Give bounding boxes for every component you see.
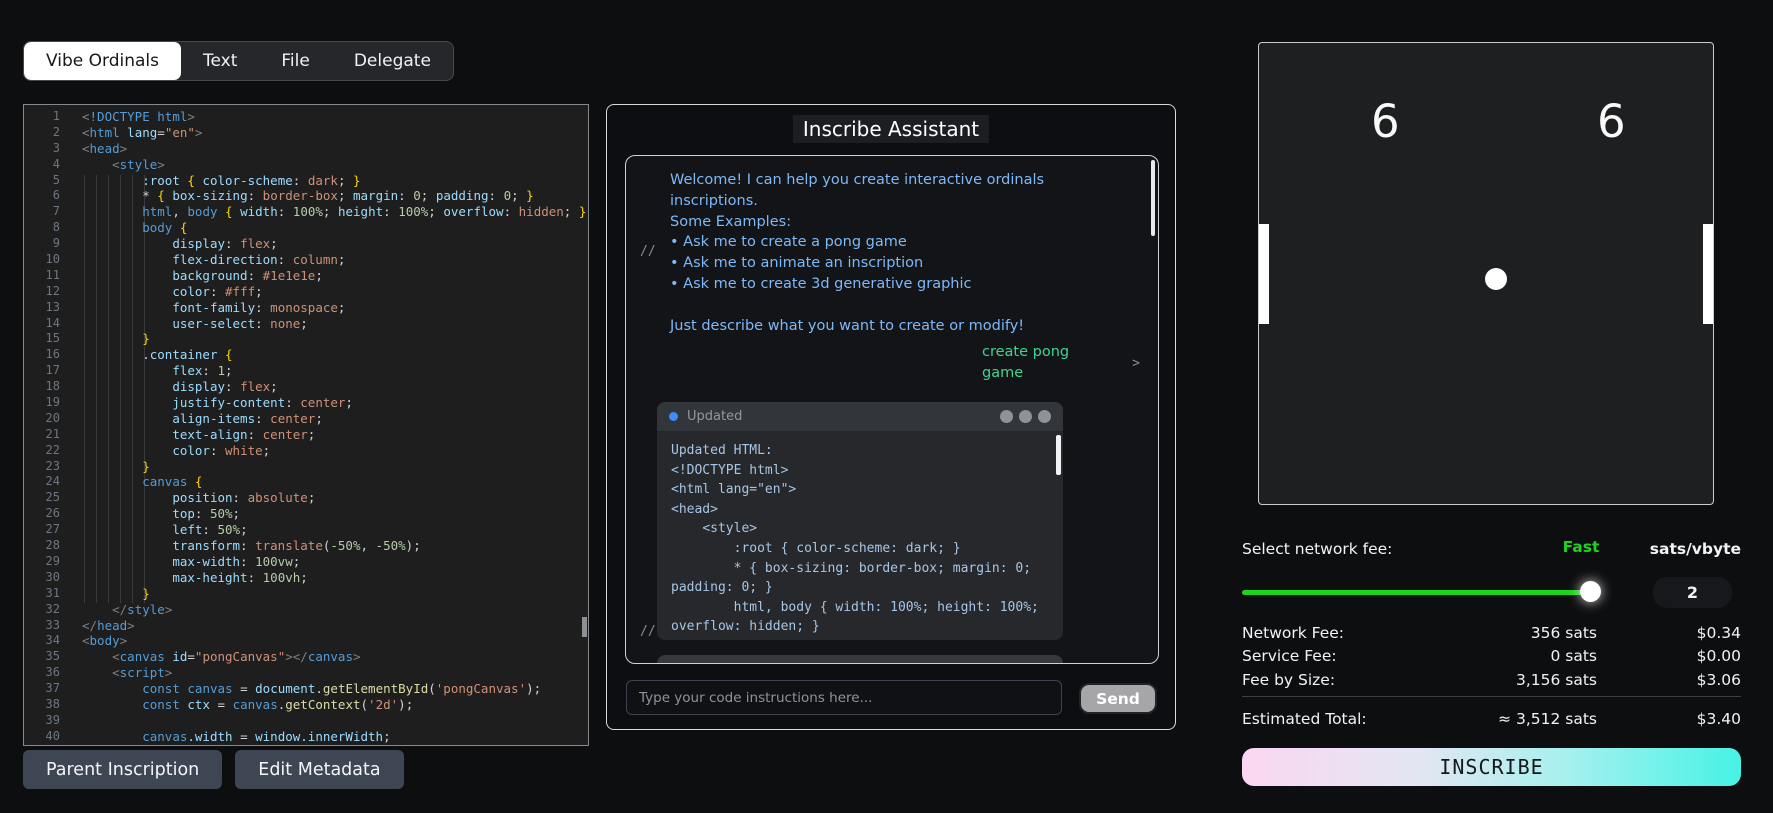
send-button[interactable]: Send bbox=[1079, 683, 1157, 714]
code-block-status: Updated bbox=[687, 409, 742, 424]
fee-slider-track[interactable] bbox=[1242, 590, 1596, 595]
assistant-welcome-message: Welcome! I can help you create interacti… bbox=[670, 170, 1110, 336]
fee-speed-label: Fast bbox=[1541, 538, 1621, 556]
dot-icon bbox=[1038, 410, 1051, 423]
pong-ball bbox=[1485, 268, 1507, 290]
code-block-content: Updated HTML: <!DOCTYPE html> <html lang… bbox=[657, 431, 1063, 640]
tab-bar: Vibe Ordinals Text File Delegate bbox=[23, 41, 454, 81]
editor-lines: 1<!DOCTYPE html>2<html lang="en">3<head>… bbox=[24, 109, 588, 745]
messages-scrollbar-thumb[interactable] bbox=[1151, 160, 1155, 236]
editor-scrollbar-thumb[interactable] bbox=[582, 617, 587, 637]
estimated-total-sats: ≈ 3,512 sats bbox=[1498, 710, 1597, 728]
tab-vibe-ordinals[interactable]: Vibe Ordinals bbox=[24, 42, 181, 80]
tab-text[interactable]: Text bbox=[181, 42, 259, 80]
inscription-preview[interactable]: 6 6 bbox=[1258, 42, 1714, 505]
network-fee-sats: 356 sats bbox=[1531, 624, 1597, 642]
user-message-marker: > bbox=[1132, 356, 1140, 371]
parent-inscription-button[interactable]: Parent Inscription bbox=[23, 750, 222, 789]
footer-buttons: Parent Inscription Edit Metadata bbox=[23, 750, 404, 789]
select-network-fee-label: Select network fee: bbox=[1242, 540, 1392, 558]
assistant-message-marker: // bbox=[640, 624, 656, 639]
fee-divider bbox=[1242, 696, 1741, 697]
pong-paddle-right bbox=[1703, 224, 1713, 324]
tab-file[interactable]: File bbox=[259, 42, 331, 80]
fee-slider-thumb[interactable] bbox=[1580, 581, 1601, 602]
estimated-total-label: Estimated Total: bbox=[1242, 710, 1367, 728]
pong-score-left: 6 bbox=[1371, 95, 1400, 148]
code-editor[interactable]: 1<!DOCTYPE html>2<html lang="en">3<head>… bbox=[23, 104, 589, 746]
fee-by-size-sats: 3,156 sats bbox=[1516, 671, 1597, 689]
dot-icon bbox=[1000, 410, 1013, 423]
estimated-total-row: Estimated Total: ≈ 3,512 sats $3.40 bbox=[1242, 710, 1741, 732]
service-fee-sats: 0 sats bbox=[1550, 647, 1597, 665]
service-fee-label: Service Fee: bbox=[1242, 647, 1337, 665]
tab-delegate[interactable]: Delegate bbox=[332, 42, 453, 80]
sats-vbyte-label: sats/vbyte bbox=[1650, 540, 1741, 558]
network-fee-row: Network Fee: 356 sats $0.34 bbox=[1242, 624, 1741, 646]
service-fee-row: Service Fee: 0 sats $0.00 bbox=[1242, 647, 1741, 669]
edit-metadata-button[interactable]: Edit Metadata bbox=[235, 750, 403, 789]
code-block-header[interactable]: Updated bbox=[657, 402, 1063, 431]
pong-paddle-left bbox=[1259, 224, 1269, 324]
assistant-title: Inscribe Assistant bbox=[793, 115, 989, 143]
fee-by-size-usd: $3.06 bbox=[1697, 671, 1741, 689]
status-dot-icon bbox=[669, 412, 678, 421]
partial-next-block bbox=[657, 655, 1063, 664]
dot-icon bbox=[1019, 410, 1032, 423]
updated-code-block: Updated Updated HTML: <!DOCTYPE html> <h… bbox=[657, 402, 1063, 640]
assistant-message-marker: // bbox=[640, 244, 656, 259]
inscribe-assistant-panel: Inscribe Assistant // Welcome! I can hel… bbox=[606, 104, 1176, 730]
network-fee-usd: $0.34 bbox=[1697, 624, 1741, 642]
code-block-scrollbar-thumb[interactable] bbox=[1056, 435, 1061, 475]
fee-by-size-label: Fee by Size: bbox=[1242, 671, 1335, 689]
pong-score-right: 6 bbox=[1597, 95, 1626, 148]
estimated-total-usd: $3.40 bbox=[1697, 710, 1741, 728]
fee-rate-value: 2 bbox=[1653, 577, 1732, 608]
fee-section: Select network fee: Fast sats/vbyte 2 Ne… bbox=[1242, 530, 1741, 813]
vibe-ordinals-app: Vibe Ordinals Text File Delegate 1<!DOCT… bbox=[0, 0, 1773, 813]
user-message: create pong game bbox=[982, 342, 1094, 384]
service-fee-usd: $0.00 bbox=[1697, 647, 1741, 665]
inscribe-button[interactable]: INSCRIBE bbox=[1242, 748, 1741, 786]
chat-messages[interactable]: // Welcome! I can help you create intera… bbox=[625, 155, 1159, 664]
network-fee-label: Network Fee: bbox=[1242, 624, 1344, 642]
chat-input[interactable] bbox=[626, 680, 1062, 715]
fee-by-size-row: Fee by Size: 3,156 sats $3.06 bbox=[1242, 671, 1741, 693]
code-block-dots[interactable] bbox=[1000, 410, 1051, 423]
